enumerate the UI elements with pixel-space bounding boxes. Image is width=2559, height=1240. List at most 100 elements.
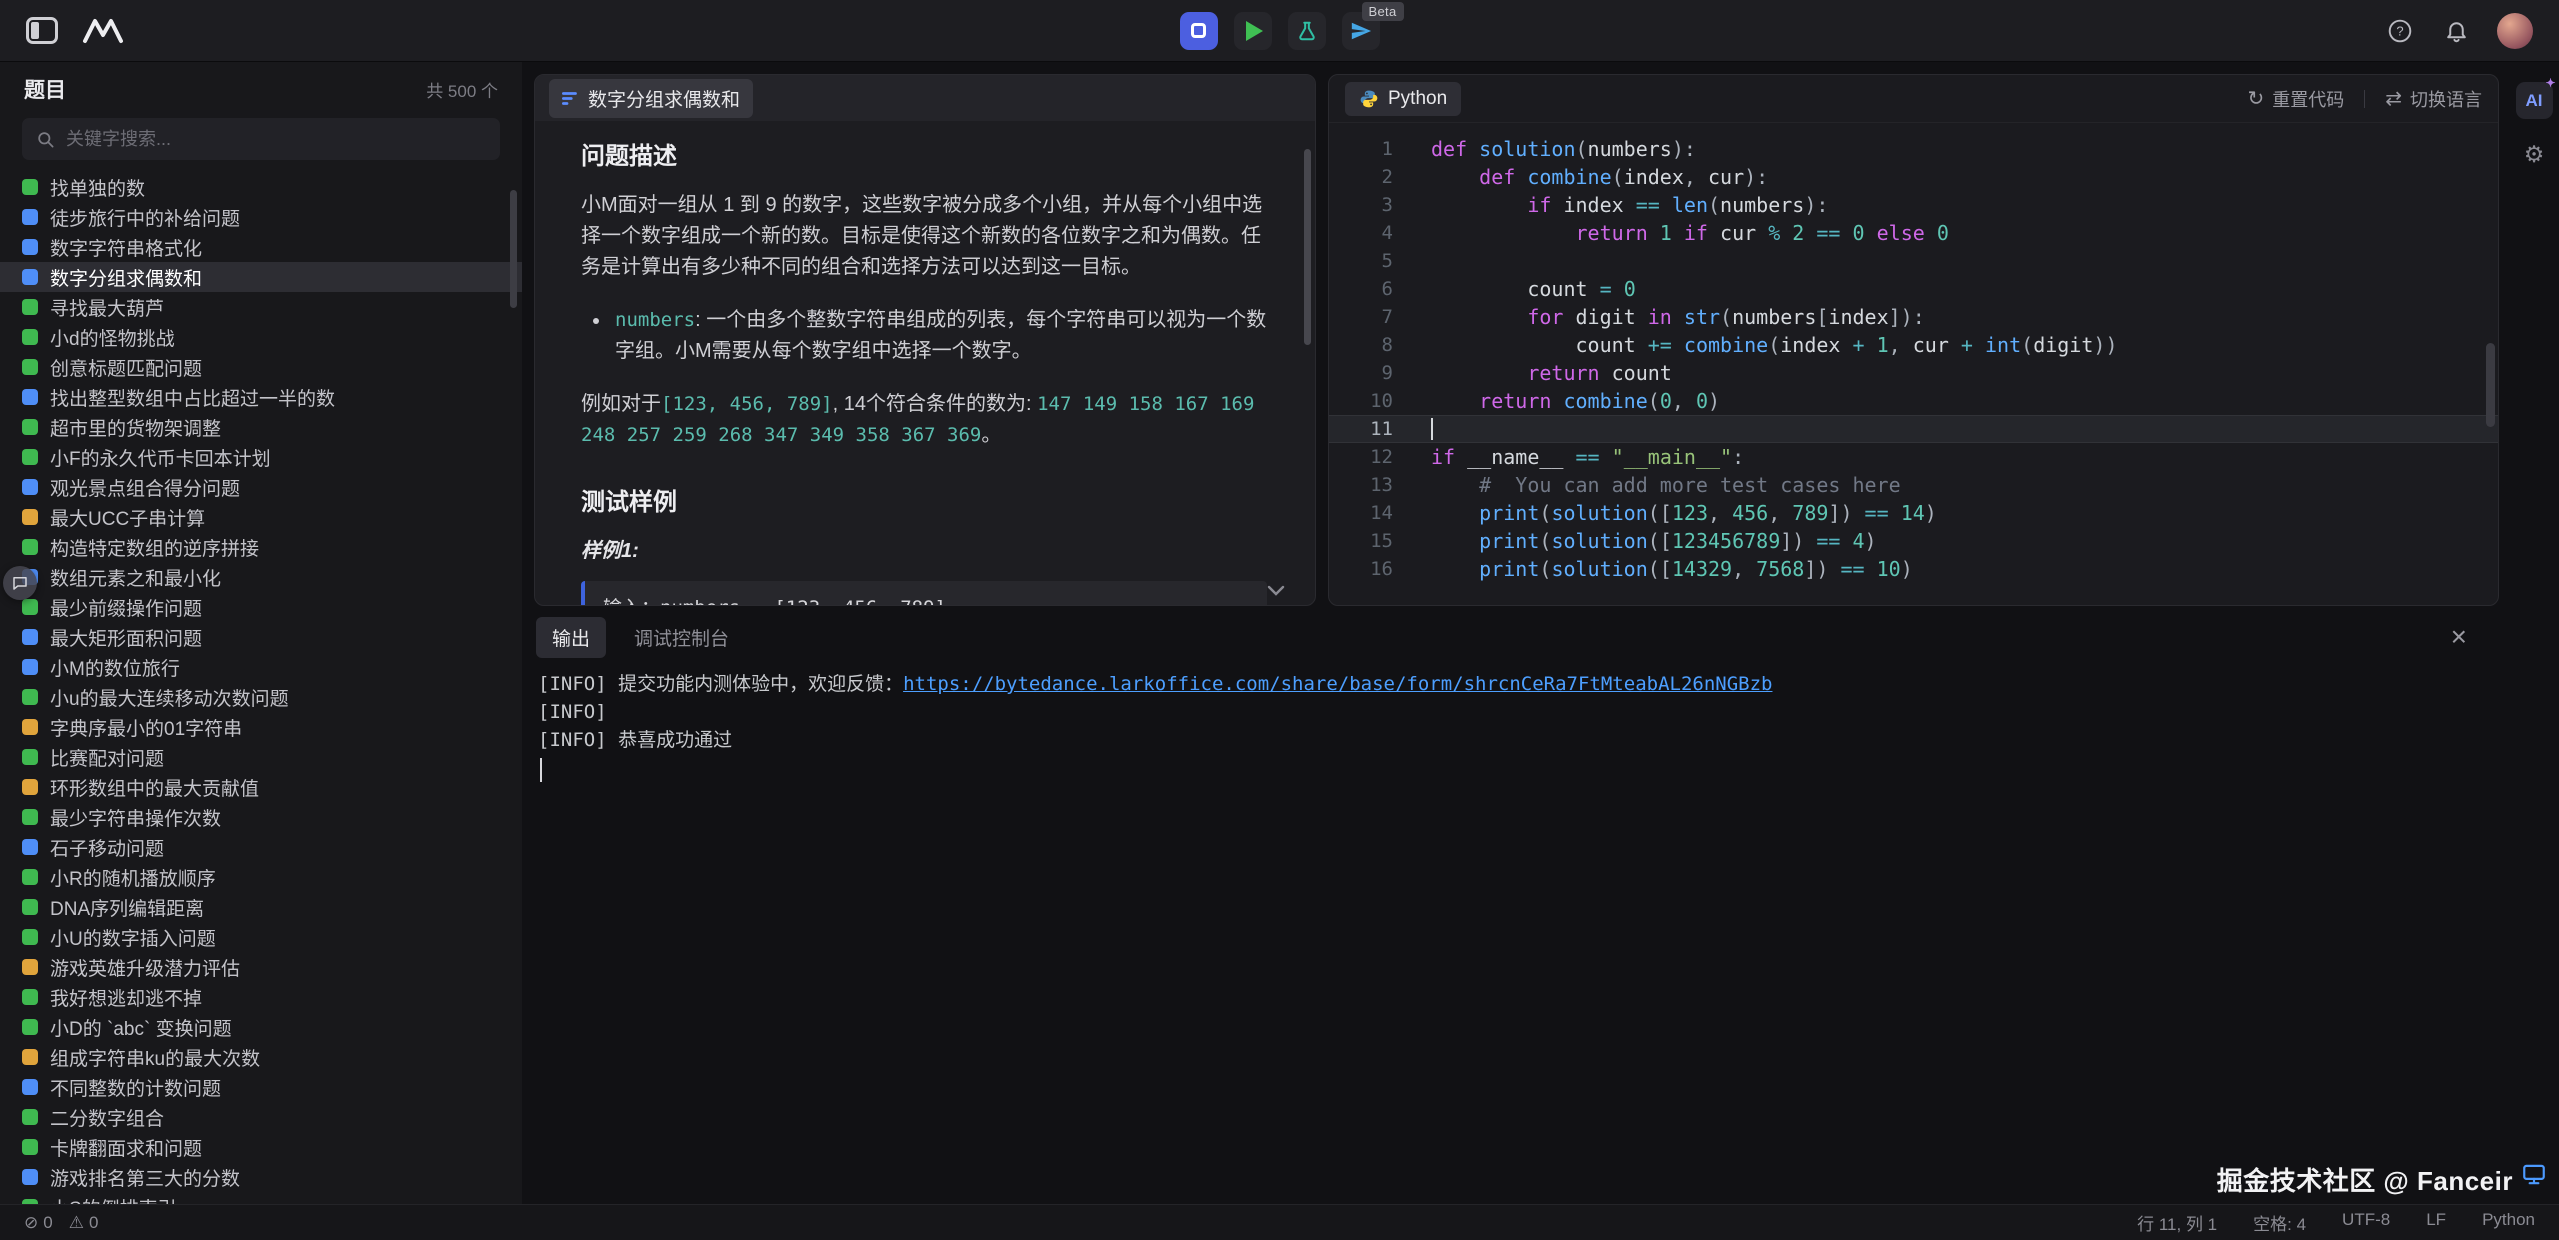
switch-language-button[interactable]: ⇄ 切换语言 — [2385, 86, 2482, 112]
submit-button[interactable]: Beta — [1342, 12, 1380, 50]
status-item[interactable]: Python — [2482, 1210, 2535, 1235]
token-num: 4 — [1853, 529, 1865, 553]
user-avatar[interactable] — [2497, 13, 2533, 49]
problem-list-item[interactable]: 游戏排名第三大的分数 — [0, 1162, 522, 1192]
problem-list-item[interactable]: 构造特定数组的逆序拼接 — [0, 532, 522, 562]
help-button[interactable]: ? — [2385, 16, 2415, 46]
feedback-widget[interactable] — [3, 566, 37, 600]
problem-list-item[interactable]: 小D的 `abc` 变换问题 — [0, 1012, 522, 1042]
difficulty-icon — [22, 419, 38, 435]
problem-list-item[interactable]: 我好想逃却逃不掉 — [0, 982, 522, 1012]
line-number: 10 — [1329, 387, 1393, 415]
code-line[interactable]: 5 — [1329, 247, 2498, 275]
problem-list-item[interactable]: 组成字符串ku的最大次数 — [0, 1042, 522, 1072]
code-line[interactable]: 13 # You can add more test cases here — [1329, 471, 2498, 499]
console-close-button[interactable]: × — [2451, 623, 2467, 651]
problem-list-item[interactable]: 创意标题匹配问题 — [0, 352, 522, 382]
token-d — [1431, 305, 1527, 329]
code-text: def solution(numbers): — [1393, 135, 1696, 163]
problem-list-item[interactable]: 小M的数位旅行 — [0, 652, 522, 682]
problem-list-item[interactable]: 数字字符串格式化 — [0, 232, 522, 262]
code-line[interactable]: 15 print(solution([123456789]) == 4) — [1329, 527, 2498, 555]
problem-list-item[interactable]: 最少字符串操作次数 — [0, 802, 522, 832]
problem-list-item[interactable]: 最大UCC子串计算 — [0, 502, 522, 532]
problem-list-item[interactable]: 徒步旅行中的补给问题 — [0, 202, 522, 232]
problem-list-item[interactable]: DNA序列编辑距离 — [0, 892, 522, 922]
status-item[interactable]: 空格: 4 — [2253, 1210, 2306, 1235]
problem-list-item[interactable]: 小F的永久代币卡回本计划 — [0, 442, 522, 472]
problem-list-item[interactable]: 数字分组求偶数和 — [0, 262, 522, 292]
problem-list-item[interactable]: 小d的怪物挑战 — [0, 322, 522, 352]
problem-list-item[interactable]: 最少前缀操作问题 — [0, 592, 522, 622]
code-line[interactable]: 8 count += combine(index + 1, cur + int(… — [1329, 331, 2498, 359]
status-item[interactable]: UTF-8 — [2342, 1210, 2390, 1235]
code-line[interactable]: 4 return 1 if cur % 2 == 0 else 0 — [1329, 219, 2498, 247]
scroll-down-indicator[interactable] — [1267, 585, 1285, 597]
console-output[interactable]: [INFO] 提交功能内测体验中，欢迎反馈：https://bytedance.… — [534, 658, 2499, 1204]
difficulty-icon — [22, 749, 38, 765]
warnings-indicator[interactable]: ⚠ 0 — [69, 1213, 99, 1233]
errors-indicator[interactable]: ⊘ 0 — [24, 1213, 53, 1233]
search-input[interactable] — [66, 129, 486, 150]
status-item[interactable]: LF — [2426, 1210, 2446, 1235]
screen-device-button[interactable] — [2520, 1161, 2548, 1192]
language-tab[interactable]: Python — [1345, 82, 1461, 116]
problem-list-item[interactable]: 环形数组中的最大贡献值 — [0, 772, 522, 802]
code-line[interactable]: 11 — [1329, 415, 2498, 443]
code-line[interactable]: 16 print(solution([14329, 7568]) == 10) — [1329, 555, 2498, 583]
code-line[interactable]: 6 count = 0 — [1329, 275, 2498, 303]
code-line[interactable]: 12if __name__ == "__main__": — [1329, 443, 2498, 471]
problem-list-item[interactable]: 小U的数字插入问题 — [0, 922, 522, 952]
sidebar-scrollbar[interactable] — [510, 190, 517, 308]
problem-list-item[interactable]: 卡牌翻面求和问题 — [0, 1132, 522, 1162]
problem-scrollbar[interactable] — [1304, 149, 1311, 345]
test-button[interactable] — [1288, 12, 1326, 50]
token-d: , — [1732, 557, 1756, 581]
problem-list-item[interactable]: 小R的随机播放顺序 — [0, 862, 522, 892]
settings-icon[interactable]: ⚙ — [2524, 143, 2545, 166]
problem-list-item[interactable]: 字典序最小的01字符串 — [0, 712, 522, 742]
problem-list-item[interactable]: 比赛配对问题 — [0, 742, 522, 772]
problem-list-item[interactable]: 找单独的数 — [0, 172, 522, 202]
status-item[interactable]: 行 11, 列 1 — [2137, 1210, 2217, 1235]
console-tab-1[interactable]: 调试控制台 — [618, 617, 745, 658]
problem-list-item[interactable]: 寻找最大葫芦 — [0, 292, 522, 322]
problem-list-item[interactable]: 最大矩形面积问题 — [0, 622, 522, 652]
code-line[interactable]: 14 print(solution([123, 456, 789]) == 14… — [1329, 499, 2498, 527]
problem-list-item[interactable]: 小S的倒排索引 — [0, 1192, 522, 1204]
problem-list-item[interactable]: 观光景点组合得分问题 — [0, 472, 522, 502]
search-box[interactable] — [22, 118, 500, 160]
editor-scrollbar[interactable] — [2486, 343, 2495, 427]
sidebar-title: 题目 — [24, 74, 66, 104]
code-line[interactable]: 2 def combine(index, cur): — [1329, 163, 2498, 191]
problem-list-item[interactable]: 石子移动问题 — [0, 832, 522, 862]
problem-list-item[interactable]: 小u的最大连续移动次数问题 — [0, 682, 522, 712]
problem-list-item[interactable]: 找出整型数组中占比超过一半的数 — [0, 382, 522, 412]
log-level: [INFO] — [538, 701, 607, 723]
inline-text: : 一个由多个整数字符串组成的列表，每个字符串可以视为一个数字组。小M需要从每个… — [615, 309, 1266, 362]
code-line[interactable]: 9 return count — [1329, 359, 2498, 387]
problem-list-item[interactable]: 游戏英雄升级潜力评估 — [0, 952, 522, 982]
run-button[interactable] — [1234, 12, 1272, 50]
layout-button[interactable] — [1180, 12, 1218, 50]
problem-item-label: 小u的最大连续移动次数问题 — [50, 684, 289, 711]
ai-assistant-button[interactable]: AI ✦ — [2516, 82, 2553, 119]
problem-list-item[interactable]: 超市里的货物架调整 — [0, 412, 522, 442]
code-line[interactable]: 10 return combine(0, 0) — [1329, 387, 2498, 415]
code-line[interactable]: 1def solution(numbers): — [1329, 135, 2498, 163]
app-logo[interactable] — [82, 16, 124, 46]
code-area[interactable]: 1def solution(numbers):2 def combine(ind… — [1329, 123, 2498, 583]
console-link[interactable]: https://bytedance.larkoffice.com/share/b… — [903, 673, 1772, 695]
problem-title-chip[interactable]: 数字分组求偶数和 — [549, 79, 753, 118]
problem-list-item[interactable]: 二分数字组合 — [0, 1102, 522, 1132]
notifications-button[interactable] — [2441, 16, 2471, 46]
beta-badge: Beta — [1362, 2, 1404, 21]
problem-list-item[interactable]: 不同整数的计数问题 — [0, 1072, 522, 1102]
problem-list-item[interactable]: 数组元素之和最小化 — [0, 562, 522, 592]
sidebar-toggle-icon[interactable] — [26, 17, 58, 44]
code-line[interactable]: 7 for digit in str(numbers[index]): — [1329, 303, 2498, 331]
code-line[interactable]: 3 if index == len(numbers): — [1329, 191, 2498, 219]
reset-code-button[interactable]: ↻ 重置代码 — [2247, 86, 2344, 112]
console-tab-0[interactable]: 输出 — [536, 617, 606, 658]
line-number: 9 — [1329, 359, 1393, 387]
